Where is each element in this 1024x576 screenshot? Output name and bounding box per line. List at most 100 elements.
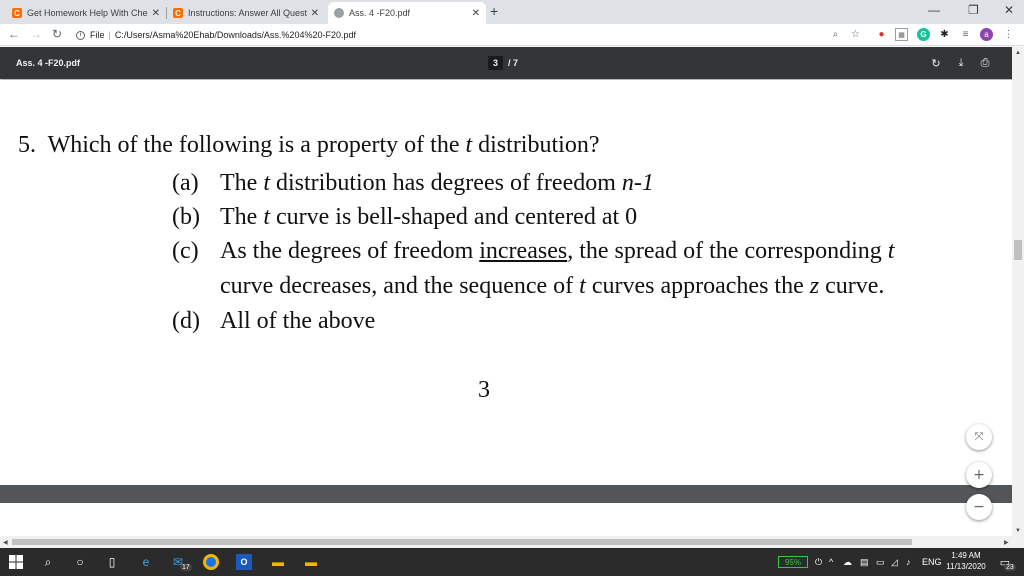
- option-text: , the spread of the corresponding: [567, 238, 888, 264]
- tab-title: Instructions: Answer All Question: [188, 8, 307, 18]
- download-icon[interactable]: ⤓: [954, 56, 968, 70]
- chegg-favicon-icon: C: [12, 8, 22, 18]
- next-page-top: [0, 503, 1012, 536]
- tab-instructions[interactable]: C Instructions: Answer All Question ✕: [167, 2, 325, 24]
- network-icon[interactable]: ▤: [860, 557, 869, 568]
- battery-tray-icon[interactable]: ▭: [876, 557, 885, 568]
- system-clock[interactable]: 1:49 AM 11/13/2020: [943, 550, 989, 572]
- fit-page-icon[interactable]: ⤧: [966, 424, 992, 450]
- tab-pdf[interactable]: Ass. 4 -F20.pdf ✕: [328, 2, 486, 24]
- option-c-line2: curve decreases, and the sequence of t c…: [220, 273, 884, 300]
- tab-close-icon[interactable]: ✕: [472, 8, 480, 19]
- windows-start-icon[interactable]: [8, 554, 24, 570]
- option-underlined: increases: [479, 238, 568, 264]
- info-icon[interactable]: i: [76, 30, 85, 40]
- show-hidden-icons-icon[interactable]: ^: [829, 557, 833, 567]
- tab-close-icon[interactable]: ✕: [311, 8, 319, 19]
- page-gap: [0, 485, 1012, 503]
- scroll-down-icon[interactable]: ▼: [1015, 528, 1021, 534]
- cortana-icon[interactable]: ○: [72, 554, 88, 570]
- language-indicator[interactable]: ENG: [922, 557, 942, 567]
- chegg-favicon-icon: C: [173, 8, 183, 18]
- address-bar[interactable]: i File | C:/Users/Asma%20Ehab/Downloads/…: [76, 26, 866, 44]
- page-footer-number: 3: [478, 377, 490, 403]
- option-math: n-1: [621, 170, 654, 196]
- option-text: curve.: [819, 273, 885, 299]
- option-text: As the degrees of freedom: [220, 238, 480, 264]
- volume-icon[interactable]: ♪: [906, 557, 911, 567]
- horizontal-scroll-thumb[interactable]: [12, 539, 912, 545]
- question-text: Which of the following is a property of …: [47, 132, 466, 158]
- power-icon[interactable]: ⏻: [815, 557, 822, 568]
- option-text: curve decreases, and the sequence of: [220, 273, 580, 299]
- close-window-button[interactable]: ✕: [1004, 3, 1014, 17]
- clock-date: 11/13/2020: [946, 562, 986, 571]
- page-total: / 7: [508, 58, 519, 68]
- globe-favicon-icon: [334, 8, 344, 18]
- page-number-input[interactable]: 3: [488, 56, 503, 70]
- tab-title: Get Homework Help With Chegg: [27, 8, 148, 18]
- minimize-button[interactable]: —: [928, 3, 940, 17]
- option-d: (d) All of the above: [172, 308, 375, 335]
- option-t: t: [263, 204, 270, 230]
- rotate-icon[interactable]: ↻: [929, 56, 943, 70]
- option-text: The: [220, 204, 264, 230]
- scroll-left-icon[interactable]: ◀: [3, 539, 8, 546]
- option-text: distribution has degrees of freedom: [269, 170, 622, 196]
- task-view-icon[interactable]: ▯: [104, 554, 120, 570]
- menu-kebab-icon[interactable]: ⋮: [1002, 28, 1015, 41]
- extensions-puzzle-icon[interactable]: ✱: [938, 28, 951, 41]
- battery-indicator[interactable]: 95%: [778, 556, 808, 568]
- question-5: 5. Which of the following is a property …: [18, 132, 599, 159]
- pdf-toolbar: Ass. 4 -F20.pdf 3 / 7 ↻ ⤓ ⎙: [0, 47, 1024, 79]
- vertical-scrollbar[interactable]: [1012, 47, 1024, 536]
- option-text: curves approaches the: [585, 273, 810, 299]
- tab-close-icon[interactable]: ✕: [152, 8, 160, 19]
- scroll-up-icon[interactable]: ▲: [1015, 50, 1021, 56]
- divider: |: [108, 30, 111, 40]
- folder-icon[interactable]: ▬: [303, 554, 319, 570]
- reload-icon[interactable]: ↻: [52, 27, 62, 41]
- chrome-icon[interactable]: [203, 554, 219, 570]
- scroll-right-icon[interactable]: ▶: [1004, 539, 1009, 546]
- tab-chegg[interactable]: C Get Homework Help With Chegg ✕: [6, 2, 166, 24]
- vertical-scroll-thumb[interactable]: [1014, 240, 1022, 260]
- cloud-icon[interactable]: ☁: [843, 557, 852, 568]
- option-t: t: [887, 238, 895, 264]
- forward-icon[interactable]: →: [30, 27, 42, 41]
- back-icon[interactable]: ←: [8, 27, 20, 41]
- question-text-end: distribution?: [472, 132, 600, 158]
- zoom-icon[interactable]: ⌕: [829, 28, 842, 41]
- restore-button[interactable]: ❐: [968, 3, 979, 17]
- edge-icon[interactable]: e: [138, 554, 154, 570]
- option-c: (c) As the degrees of freedom increases, …: [172, 238, 894, 265]
- option-label: (a): [172, 170, 199, 196]
- bookmark-star-icon[interactable]: ☆: [849, 28, 862, 41]
- tab-title: Ass. 4 -F20.pdf: [349, 8, 411, 18]
- scheme-label: File: [90, 30, 105, 40]
- print-icon[interactable]: ⎙: [978, 56, 992, 70]
- tab-strip: C Get Homework Help With Chegg ✕ C Instr…: [0, 0, 1024, 24]
- grammarly-icon[interactable]: G: [917, 28, 930, 41]
- file-explorer-icon[interactable]: ▬: [270, 554, 286, 570]
- option-text: All of the above: [220, 308, 376, 334]
- option-t: t: [263, 170, 270, 196]
- zoom-out-button[interactable]: −: [966, 494, 992, 520]
- clock-time: 1:49 AM: [951, 551, 981, 560]
- extension-image-icon[interactable]: ▦: [895, 28, 908, 41]
- option-t: t: [579, 273, 586, 299]
- option-a: (a) The t distribution has degrees of fre…: [172, 170, 654, 197]
- search-icon[interactable]: ⌕: [40, 554, 56, 570]
- zoom-in-button[interactable]: +: [966, 462, 992, 488]
- pdf-page: 5. Which of the following is a property …: [0, 80, 1012, 485]
- profile-avatar[interactable]: a: [980, 28, 993, 41]
- outlook-icon[interactable]: O: [236, 554, 252, 570]
- mail-badge: 17: [180, 564, 192, 571]
- option-label: (c): [172, 238, 199, 264]
- option-z: z: [809, 273, 820, 299]
- extension-red-icon[interactable]: ●: [875, 28, 888, 41]
- wifi-icon[interactable]: ◿: [891, 557, 898, 568]
- new-tab-button[interactable]: +: [490, 3, 498, 19]
- media-control-icon[interactable]: ≡: [959, 28, 972, 41]
- pdf-title: Ass. 4 -F20.pdf: [16, 58, 81, 68]
